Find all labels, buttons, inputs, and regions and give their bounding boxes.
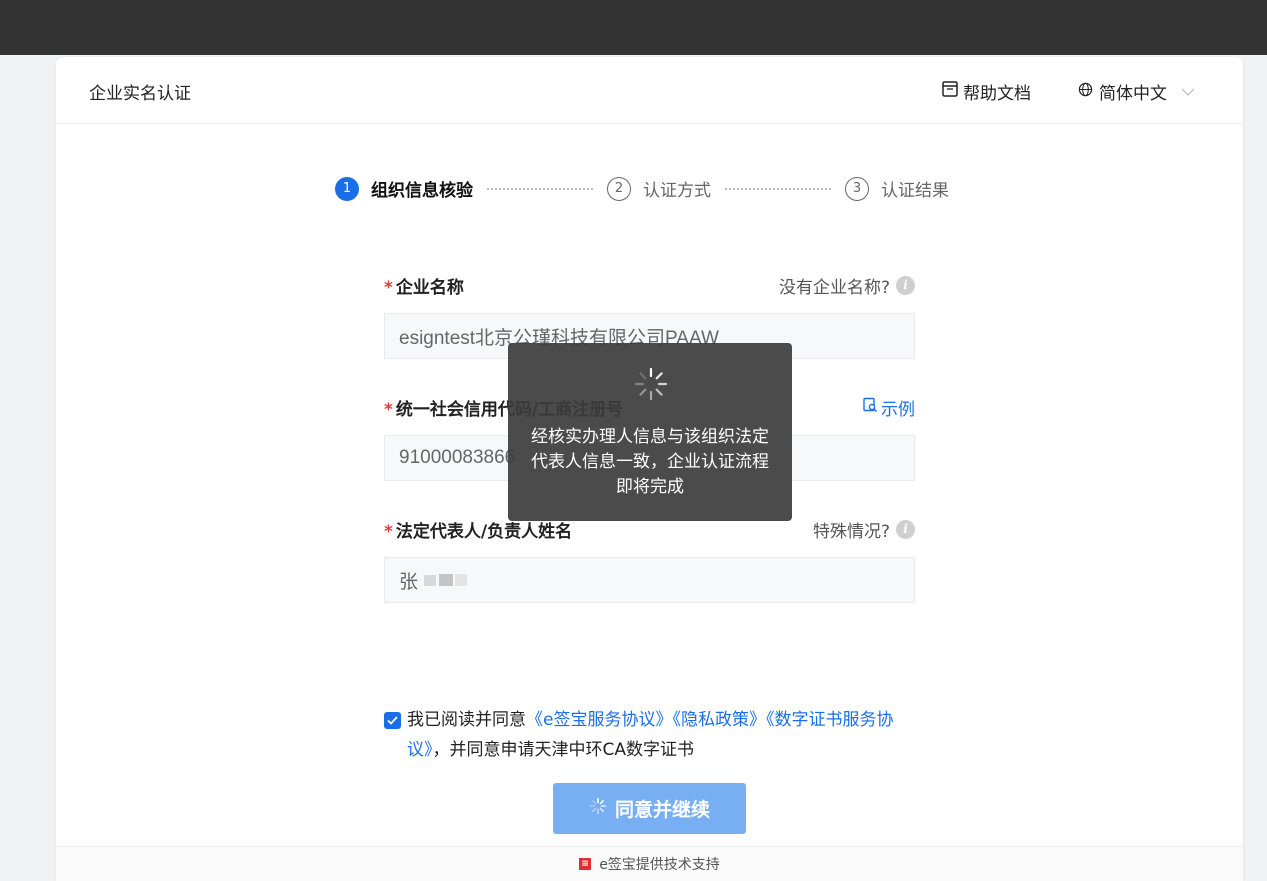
help-docs-link[interactable]: 帮助文档 — [941, 79, 1031, 104]
example-label: 示例 — [881, 399, 915, 420]
required-mark: * — [384, 277, 393, 298]
step-3-label: 认证结果 — [881, 181, 949, 201]
credit-code-value: 91000083866 — [399, 447, 516, 468]
agreement-row: 我已阅读并同意《e签宝服务协议》《隐私政策》《数字证书服务协议》，并同意申请天津… — [384, 705, 924, 765]
privacy-policy-link[interactable]: 《隐私政策》 — [672, 710, 766, 730]
no-company-name-hint-text: 没有企业名称? — [778, 277, 890, 298]
agree-continue-label: 同意并继续 — [614, 799, 710, 821]
masked-text — [455, 574, 468, 586]
legal-rep-input[interactable]: 张 — [384, 557, 915, 603]
legal-rep-label-text: 法定代表人/负责人姓名 — [395, 521, 573, 542]
step-connector — [487, 187, 593, 190]
esign-logo-icon: ≡ — [579, 858, 592, 870]
step-3-number: 3 — [845, 176, 869, 201]
agree-continue-button[interactable]: 同意并继续 — [553, 783, 746, 834]
company-name-label-text: 企业名称 — [395, 277, 464, 298]
special-case-hint-text: 特殊情况? — [812, 521, 890, 542]
loading-spinner-icon — [633, 366, 669, 402]
step-connector — [725, 187, 831, 190]
loading-spinner-icon — [589, 797, 607, 820]
special-case-hint[interactable]: 特殊情况? i — [813, 517, 915, 542]
example-link[interactable]: 示例 — [862, 395, 915, 420]
step-2-number: 2 — [607, 176, 631, 201]
required-mark: * — [384, 399, 393, 420]
step-2: 2 认证方式 — [607, 176, 711, 201]
step-indicator: 1 组织信息核验 2 认证方式 3 认证结果 — [335, 176, 949, 201]
help-docs-label: 帮助文档 — [963, 84, 1031, 104]
step-3: 3 认证结果 — [845, 176, 949, 201]
top-bar — [0, 0, 1267, 55]
info-icon[interactable]: i — [896, 519, 915, 539]
step-1-label: 组织信息核验 — [371, 181, 473, 201]
required-mark: * — [384, 521, 393, 542]
masked-text — [439, 574, 454, 586]
info-icon[interactable]: i — [896, 275, 915, 295]
footer-text: e签宝提供技术支持 — [599, 857, 720, 873]
page-header: 企业实名认证 帮助文档 简体中文 — [56, 57, 1243, 124]
language-label: 简体中文 — [1099, 84, 1167, 104]
agreement-text: 我已阅读并同意《e签宝服务协议》《隐私政策》《数字证书服务协议》，并同意申请天津… — [407, 705, 924, 765]
step-2-label: 认证方式 — [643, 181, 711, 201]
page-title: 企业实名认证 — [89, 84, 191, 104]
step-1-number: 1 — [335, 176, 359, 201]
globe-icon — [1078, 82, 1093, 102]
document-search-icon — [862, 397, 878, 418]
loading-toast: 经核实办理人信息与该组织法定代表人信息一致，企业认证流程即将完成 — [508, 343, 792, 521]
footer: ≡ e签宝提供技术支持 — [56, 846, 1243, 881]
step-1: 1 组织信息核验 — [335, 176, 473, 201]
agreement-suffix: ，并同意申请天津中环CA数字证书 — [432, 740, 695, 760]
legal-rep-value: 张 — [399, 571, 419, 593]
company-name-label: * 企业名称 — [384, 273, 464, 298]
service-agreement-link[interactable]: 《e签宝服务协议》 — [526, 710, 672, 730]
toast-message: 经核实办理人信息与该组织法定代表人信息一致，企业认证流程即将完成 — [531, 427, 769, 497]
language-selector[interactable]: 简体中文 — [1078, 79, 1195, 104]
agreement-checkbox[interactable] — [384, 712, 401, 729]
no-company-name-hint[interactable]: 没有企业名称? i — [779, 273, 915, 298]
masked-text — [424, 574, 437, 586]
book-icon — [941, 80, 959, 103]
legal-rep-field: * 法定代表人/负责人姓名 特殊情况? i 张 — [384, 517, 915, 603]
agreement-prefix: 我已阅读并同意 — [407, 710, 526, 730]
chevron-down-icon — [1181, 85, 1195, 99]
